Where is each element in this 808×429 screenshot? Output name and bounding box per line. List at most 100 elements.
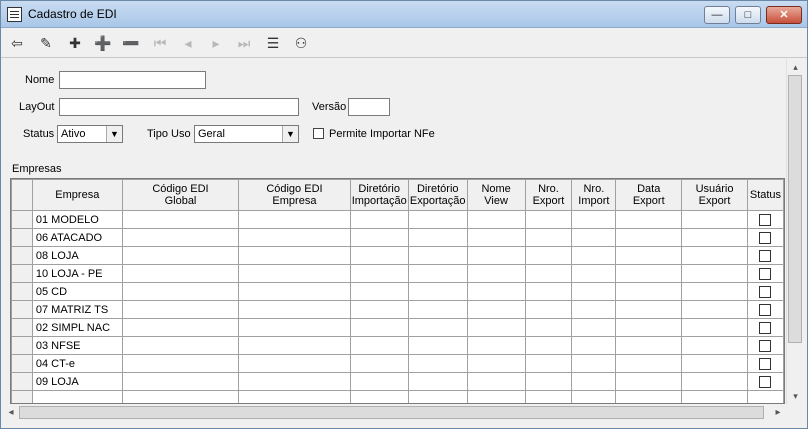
grid-cell[interactable] — [407, 336, 468, 355]
column-header[interactable]: Código EDI Empresa — [238, 179, 351, 211]
grid-cell[interactable] — [407, 282, 468, 301]
status-checkbox[interactable] — [759, 303, 772, 316]
horizontal-scrollbar[interactable]: ◂ ▸ — [3, 404, 786, 421]
status-checkbox[interactable] — [759, 375, 772, 388]
grid-cell[interactable] — [466, 372, 526, 391]
status-cell[interactable] — [746, 354, 784, 373]
grid-cell[interactable] — [681, 336, 748, 355]
chevron-down-icon[interactable]: ▼ — [282, 126, 298, 142]
grid-cell[interactable] — [349, 354, 409, 373]
grid-cell[interactable] — [238, 246, 351, 265]
grid-cell[interactable] — [571, 228, 617, 247]
scroll-up-icon[interactable]: ▴ — [787, 59, 804, 75]
status-checkbox[interactable] — [759, 321, 772, 334]
grid-cell[interactable] — [349, 210, 409, 229]
status-checkbox[interactable] — [759, 339, 772, 352]
status-checkbox[interactable] — [759, 249, 772, 262]
grid-cell[interactable] — [681, 354, 748, 373]
grid-cell[interactable] — [571, 282, 617, 301]
empresa-cell[interactable]: 05 CD — [31, 282, 123, 301]
grid-cell[interactable] — [466, 246, 526, 265]
status-cell[interactable] — [746, 210, 784, 229]
row-header[interactable] — [11, 282, 33, 301]
grid-cell[interactable] — [466, 390, 526, 403]
grid-cell[interactable] — [121, 282, 240, 301]
status-checkbox[interactable] — [759, 285, 772, 298]
column-header[interactable]: Nro. Export — [524, 179, 573, 211]
column-header[interactable]: Código EDI Global — [121, 179, 240, 211]
table-row[interactable]: 08 LOJA — [11, 246, 784, 265]
table-row[interactable]: 05 CD — [11, 282, 784, 301]
grid-cell[interactable] — [681, 210, 748, 229]
grid-cell[interactable] — [524, 210, 573, 229]
column-header[interactable]: Nome View — [466, 179, 526, 211]
table-row[interactable]: 04 CT-e — [11, 354, 784, 373]
empresa-cell[interactable]: 02 SIMPL NAC — [31, 318, 123, 337]
grid-cell[interactable] — [524, 246, 573, 265]
row-header[interactable] — [11, 246, 33, 265]
grid-cell[interactable] — [681, 390, 748, 403]
grid-cell[interactable] — [349, 336, 409, 355]
grid-cell[interactable] — [466, 282, 526, 301]
grid-cell[interactable] — [571, 318, 617, 337]
tipo-uso-select[interactable]: Geral ▼ — [194, 125, 299, 143]
row-header[interactable] — [11, 228, 33, 247]
maximize-button[interactable]: □ — [735, 6, 761, 24]
grid-cell[interactable] — [466, 354, 526, 373]
last-icon[interactable]: ⏭ — [232, 31, 256, 55]
grid-cell[interactable] — [407, 210, 468, 229]
status-cell[interactable] — [746, 390, 784, 403]
grid-cell[interactable] — [121, 246, 240, 265]
grid-cell[interactable] — [121, 390, 240, 403]
grid-cell[interactable] — [238, 210, 351, 229]
row-header[interactable] — [11, 264, 33, 283]
grid-cell[interactable] — [524, 264, 573, 283]
column-header[interactable]: Status — [746, 179, 784, 211]
status-cell[interactable] — [746, 300, 784, 319]
grid-cell[interactable] — [571, 210, 617, 229]
grid-cell[interactable] — [407, 300, 468, 319]
table-row[interactable] — [11, 390, 784, 403]
edit-icon[interactable]: ✎ — [34, 31, 58, 55]
grid-cell[interactable] — [615, 210, 683, 229]
add-icon[interactable]: ✚ — [63, 31, 87, 55]
column-header[interactable]: Nro. Import — [571, 179, 617, 211]
scroll-down-icon[interactable]: ▾ — [787, 388, 804, 404]
grid-cell[interactable] — [121, 210, 240, 229]
grid-cell[interactable] — [615, 372, 683, 391]
table-row[interactable]: 07 MATRIZ TS — [11, 300, 784, 319]
grid-cell[interactable] — [121, 264, 240, 283]
empresa-cell[interactable]: 03 NFSE — [31, 336, 123, 355]
grid-cell[interactable] — [121, 318, 240, 337]
grid-cell[interactable] — [349, 282, 409, 301]
grid-cell[interactable] — [681, 318, 748, 337]
column-header[interactable]: Data Export — [615, 179, 683, 211]
row-header[interactable] — [11, 336, 33, 355]
grid-cell[interactable] — [407, 372, 468, 391]
next-icon[interactable]: ▸ — [204, 31, 228, 55]
grid-cell[interactable] — [615, 228, 683, 247]
grid-cell[interactable] — [681, 372, 748, 391]
empresa-cell[interactable]: 08 LOJA — [31, 246, 123, 265]
empresa-cell[interactable]: 01 MODELO — [31, 210, 123, 229]
grid-cell[interactable] — [524, 228, 573, 247]
delete-row-icon[interactable]: ➖ — [119, 31, 143, 55]
grid-cell[interactable] — [466, 264, 526, 283]
grid-cell[interactable] — [615, 264, 683, 283]
grid-cell[interactable] — [524, 336, 573, 355]
grid-cell[interactable] — [524, 300, 573, 319]
row-header[interactable] — [11, 390, 33, 403]
scroll-right-icon[interactable]: ▸ — [770, 404, 786, 421]
grid-cell[interactable] — [466, 318, 526, 337]
table-row[interactable]: 03 NFSE — [11, 336, 784, 355]
empresa-cell[interactable]: 09 LOJA — [31, 372, 123, 391]
first-icon[interactable]: ⏮ — [148, 31, 172, 55]
scroll-thumb[interactable] — [19, 406, 764, 419]
row-header[interactable] — [11, 318, 33, 337]
grid-cell[interactable] — [121, 228, 240, 247]
nome-input[interactable] — [59, 71, 206, 89]
grid-cell[interactable] — [238, 282, 351, 301]
grid-cell[interactable] — [349, 264, 409, 283]
row-header[interactable] — [11, 210, 33, 229]
grid-cell[interactable] — [238, 336, 351, 355]
